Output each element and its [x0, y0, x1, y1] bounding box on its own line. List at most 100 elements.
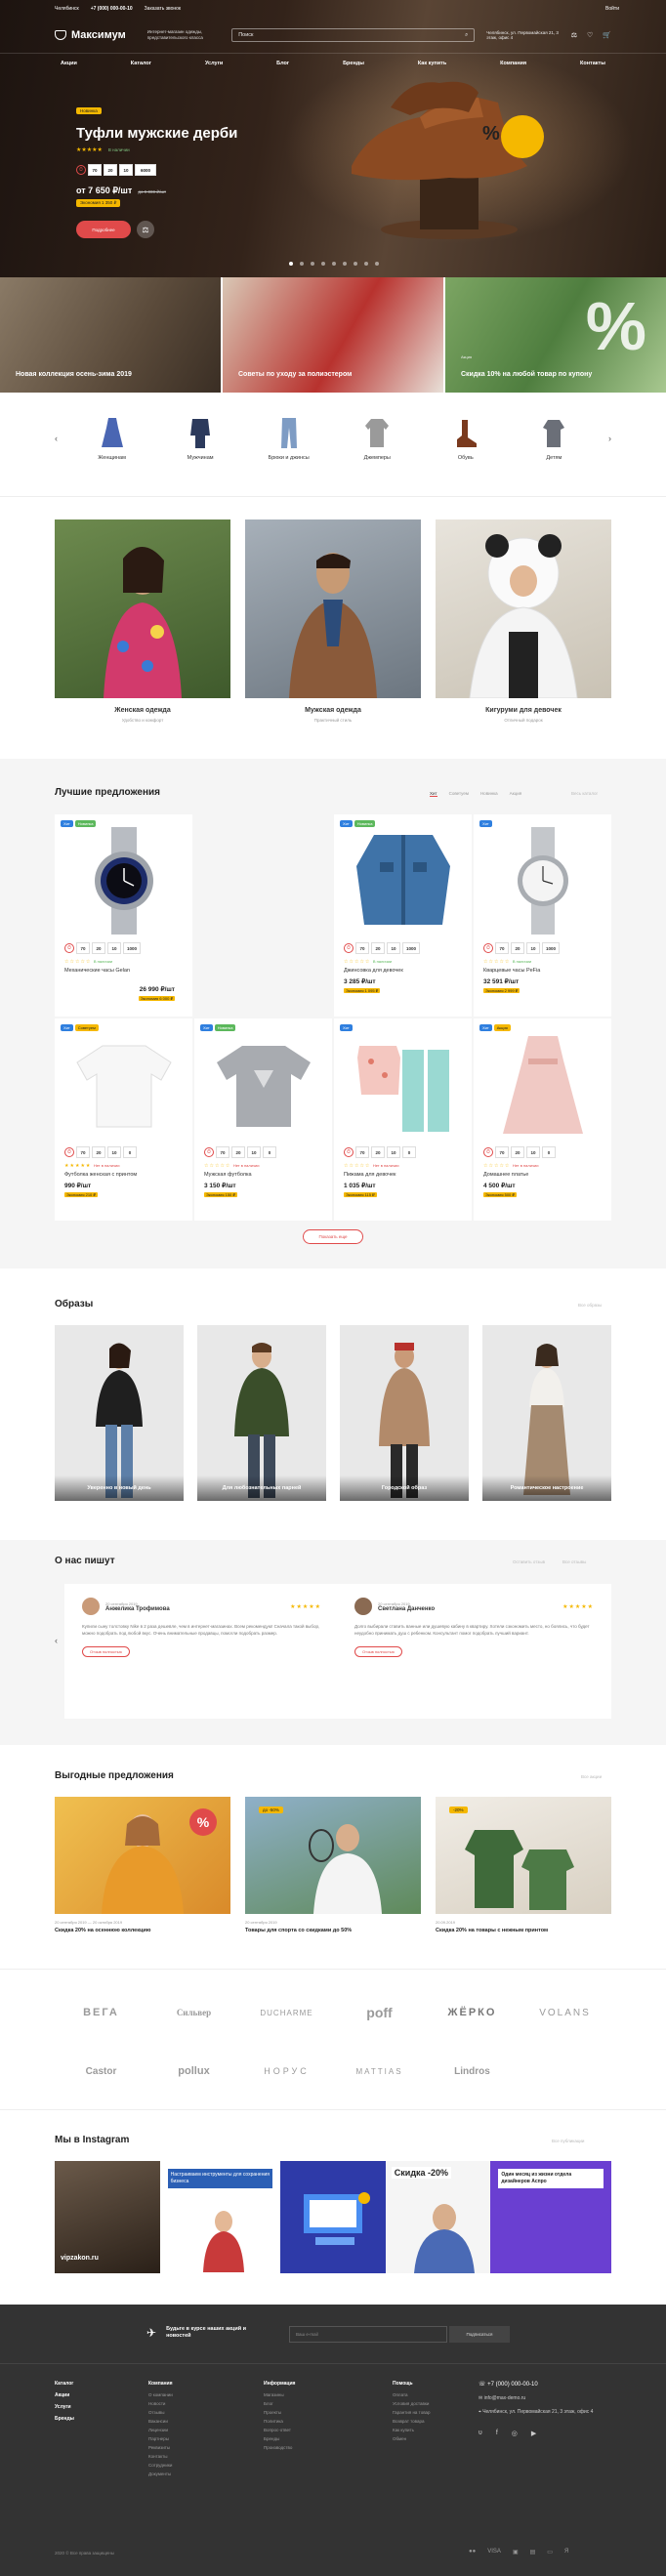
clock-icon: ⏱	[344, 1147, 354, 1157]
collections: Женская одежда Удобство и комфорт Мужска…	[55, 519, 611, 723]
callback-link[interactable]: Заказать звонок	[145, 6, 181, 12]
collection-card[interactable]: Мужская одежда Практичный стиль	[245, 519, 421, 723]
looks-all-link[interactable]: Все образы	[578, 1303, 602, 1308]
chevron-left-icon[interactable]: ‹	[55, 434, 58, 443]
chevron-left-icon[interactable]: ‹	[55, 1636, 58, 1645]
brand-logo[interactable]: MATTIAS	[355, 2067, 402, 2076]
tab-recommend[interactable]: Советуем	[449, 791, 469, 797]
instagram-post[interactable]	[280, 2161, 386, 2273]
youtube-icon[interactable]: ▶	[531, 2430, 536, 2437]
product-image	[502, 1035, 583, 1134]
product-card[interactable]: Хит Советуем ⏱ 70 20 10 0 ★★★★★ Нет в наличии…	[55, 1018, 192, 1221]
product-card[interactable]: Хит ⏱ 70 20 10 0 ☆☆☆☆☆ Нет в наличии Пижама …	[334, 1018, 472, 1221]
show-more-button[interactable]: Показать еще	[303, 1229, 363, 1244]
nav-item-company[interactable]: Компания	[500, 61, 526, 66]
brand-logo[interactable]: НОРУС	[264, 2066, 310, 2076]
instagram-post[interactable]: Один месяц из жизни отдела дизайнеров Ас…	[490, 2161, 611, 2273]
compare-icon[interactable]: ⚖	[137, 221, 154, 238]
vk-icon[interactable]: ʋ	[479, 2430, 482, 2437]
deals-all-link[interactable]: Все акции	[581, 1774, 602, 1779]
chevron-right-icon[interactable]: ›	[608, 434, 611, 443]
yandex-icon: Я	[563, 2549, 569, 2555]
hero-timer: ⏱ 70 20 10 6000	[76, 164, 156, 176]
review-more-button[interactable]: Отзыв полностью	[82, 1646, 130, 1657]
product-card[interactable]: Хит ⏱ 70 20 10 1000 ☆☆☆☆☆ В наличии Кварцевы…	[474, 814, 611, 1017]
deal-card[interactable]: % 20 сентября 2019 — 20 октября 2019 Ски…	[55, 1797, 230, 1933]
category-item[interactable]: Обувь	[432, 416, 500, 461]
tab-sale[interactable]: Акция	[510, 791, 522, 797]
header-phone[interactable]: +7 (000) 000-00-10	[91, 6, 133, 12]
facebook-icon[interactable]: f	[496, 2430, 498, 2437]
catalog-link[interactable]: Весь каталог	[571, 791, 598, 796]
logo[interactable]: Максимум	[55, 29, 136, 41]
review-card: 20 сентября 2019 Светлана Данченко ★★★★★ …	[337, 1584, 611, 1719]
brand-logo[interactable]: poff	[366, 2005, 392, 2020]
hero-badge: Новинка	[76, 107, 102, 114]
city-selector[interactable]: Челябинск	[55, 6, 79, 12]
brand-logo[interactable]: DUCHARME	[260, 2009, 312, 2017]
email-field[interactable]: Ваш e-mail	[289, 2326, 447, 2343]
nav-item-brands[interactable]: Бренды	[343, 61, 364, 66]
tab-hit[interactable]: Хит	[430, 791, 437, 797]
compare-icon[interactable]: ⚖	[571, 31, 577, 39]
cart-icon[interactable]: 🛒	[603, 31, 611, 39]
deals-row: % 20 сентября 2019 — 20 октября 2019 Ски…	[55, 1797, 611, 1933]
category-item[interactable]: Детям	[520, 416, 588, 461]
deal-card[interactable]: до -50% 20 сентября 2019 Товары для спор…	[245, 1797, 421, 1933]
reviews-all-link[interactable]: Все отзывы	[562, 1559, 586, 1564]
nav-item-how-to-buy[interactable]: Как купить	[418, 61, 446, 66]
brand-logo[interactable]: ЖЁРКО	[448, 2007, 497, 2018]
heart-icon[interactable]: ♡	[587, 31, 593, 39]
brand-logo[interactable]: Lindros	[454, 2066, 490, 2077]
instagram-post[interactable]: Скидка -20%	[385, 2161, 491, 2273]
promo-tile[interactable]: Новая коллекция осень-зима 2019	[0, 277, 221, 393]
tab-new[interactable]: Новинка	[480, 791, 498, 797]
look-card[interactable]: Для любознательных парней	[197, 1325, 326, 1501]
login-link[interactable]: Войти	[605, 6, 619, 12]
visa-icon: VISA	[487, 2549, 501, 2555]
hero-more-button[interactable]: Подробнее	[76, 221, 131, 238]
product-card[interactable]: Хит Новинка ⏱ 70 20 10 1000 ☆☆☆☆☆ В наличии М…	[55, 814, 192, 1017]
category-item[interactable]: Брюки и джинсы	[255, 416, 323, 461]
hero-dots[interactable]	[289, 262, 379, 266]
look-card[interactable]: Уверенно в новый день	[55, 1325, 184, 1501]
instagram-post[interactable]: vipzakon.ru	[55, 2161, 160, 2273]
brand-logo[interactable]: pollux	[178, 2065, 209, 2077]
look-card[interactable]: Городской образ	[340, 1325, 469, 1501]
nav-item-services[interactable]: Услуги	[205, 61, 223, 66]
nav-item-sales[interactable]: Акции	[61, 61, 77, 66]
search-icon[interactable]: ⌕	[465, 32, 468, 39]
instagram-icon[interactable]: ◎	[512, 2430, 518, 2437]
promo-tile[interactable]: Акция Скидка 10% на любой товар по купон…	[445, 277, 666, 393]
promo-tile[interactable]: Советы по уходу за полиэстером	[223, 277, 443, 393]
instagram-link[interactable]: Все публикации	[552, 2139, 584, 2143]
divider	[0, 1969, 666, 1970]
nav-item-blog[interactable]: Блог	[276, 61, 289, 66]
brand-logo[interactable]: Castor	[86, 2066, 117, 2077]
header-address: Челябинск, ул. Первомайская 21, 3 этаж, …	[486, 30, 559, 40]
nav-item-catalog[interactable]: Каталог	[131, 61, 151, 66]
category-item[interactable]: Джемперы	[343, 416, 411, 461]
clock-icon: ⏱	[483, 943, 493, 953]
brand-logo[interactable]: VOLANS	[539, 2008, 591, 2018]
product-card[interactable]: Хит Новинка ⏱ 70 20 10 1000 ☆☆☆☆☆ В наличии Д…	[334, 814, 472, 1017]
search-input[interactable]: Поиск ⌕	[231, 28, 476, 42]
brand-logo[interactable]: Сильвер	[177, 2008, 211, 2017]
product-card[interactable]: Хит Акция ⏱ 70 20 10 0 ☆☆☆☆☆ Нет в наличии До…	[474, 1018, 611, 1221]
deal-card[interactable]: -20% 20.09.2019 Скидка 20% на товары с н…	[436, 1797, 611, 1933]
footer-company: Компания О компании Новости Отзывы Вакан…	[148, 2381, 173, 2476]
brand-logo[interactable]: ВЕГА	[83, 2007, 119, 2018]
review-more-button[interactable]: Отзыв полностью	[354, 1646, 402, 1657]
subscribe-button[interactable]: Подписаться	[449, 2326, 510, 2343]
nav-item-contacts[interactable]: Контакты	[580, 61, 605, 66]
category-item[interactable]: Мужчинам	[166, 416, 234, 461]
review-card: 20 сентября 2019 Анжелика Трофимова ★★★★★…	[64, 1584, 339, 1719]
add-review-link[interactable]: Оставить отзыв	[513, 1559, 545, 1564]
product-card[interactable]: Хит Новинка ⏱ 70 20 10 0 ☆☆☆☆☆ Нет в наличии …	[194, 1018, 332, 1221]
instagram-post[interactable]: Настраиваем инструменты для сохранения б…	[159, 2161, 281, 2273]
collection-card[interactable]: Женская одежда Удобство и комфорт	[55, 519, 230, 723]
collection-card[interactable]: Кигуруми для девочек Отличный подарок	[436, 519, 611, 723]
product-image	[355, 834, 450, 925]
category-item[interactable]: Женщинам	[78, 416, 146, 461]
look-card[interactable]: Романтическое настроение	[482, 1325, 611, 1501]
